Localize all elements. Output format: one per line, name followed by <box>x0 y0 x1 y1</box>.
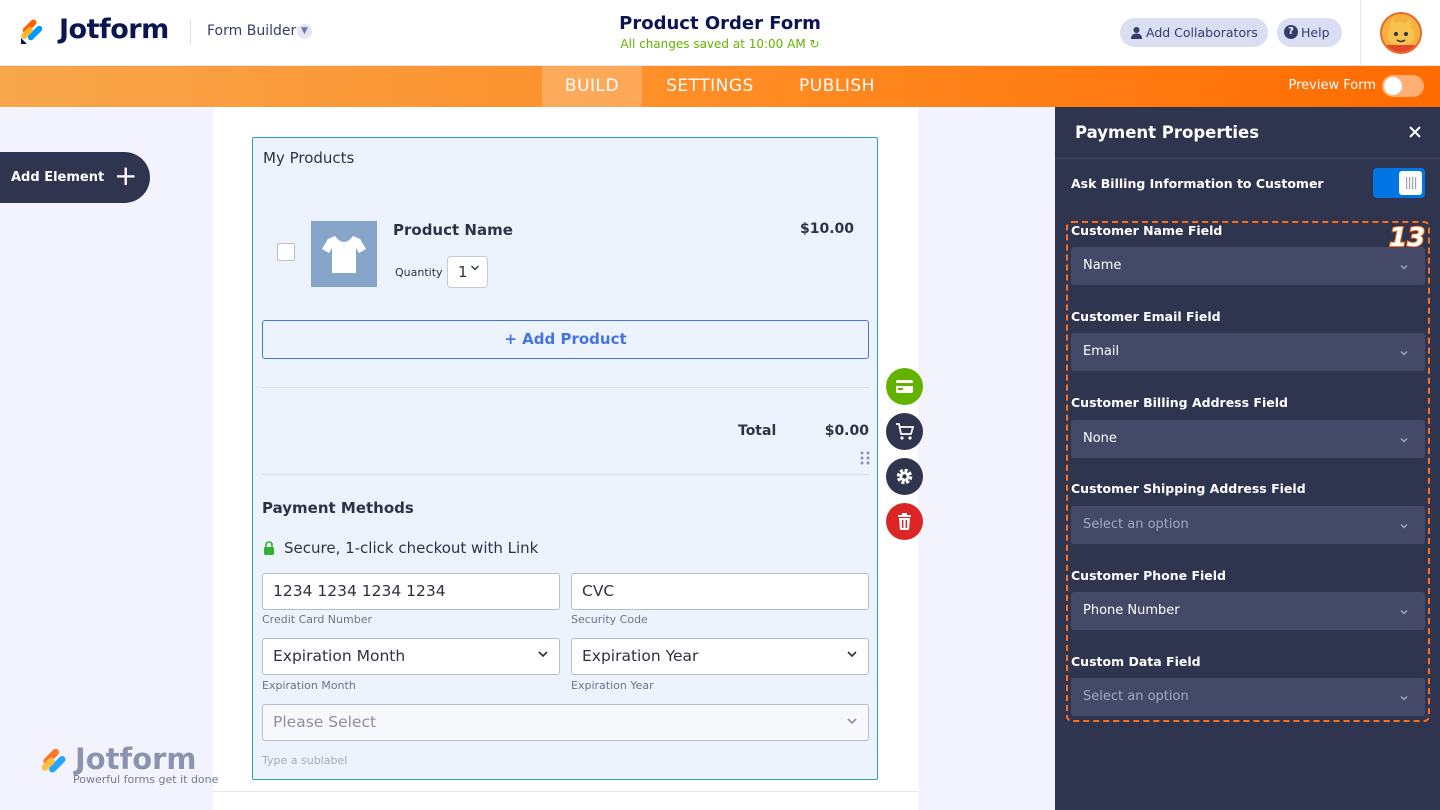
product-name[interactable]: Product Name <box>393 221 513 239</box>
tab-settings[interactable]: SETTINGS <box>655 66 765 107</box>
divider <box>262 474 869 475</box>
chevron-down-icon <box>1400 696 1408 701</box>
preview-form-label[interactable]: Preview Form <box>1260 78 1376 93</box>
panel-divider <box>1055 158 1440 159</box>
chevron-down-icon <box>471 265 479 271</box>
cvc-field[interactable]: CVC <box>571 573 869 610</box>
question-icon: ? <box>1284 25 1298 39</box>
chevron-down-icon <box>847 651 857 658</box>
secure-checkout-text: Secure, 1-click checkout with Link <box>284 539 539 557</box>
panel-title: Payment Properties <box>1075 123 1260 142</box>
customer-phone-field-label: Customer Phone Field <box>1071 568 1227 583</box>
sublabel-placeholder[interactable]: Type a sublabel <box>262 754 347 767</box>
user-icon <box>1131 27 1142 39</box>
customer-billing-address-field-label: Customer Billing Address Field <box>1071 395 1288 410</box>
watermark-logo-text: Jotform <box>75 742 197 776</box>
chevron-down-icon <box>847 718 857 725</box>
expiration-month-sublabel: Expiration Month <box>262 679 356 692</box>
credit-card-icon <box>896 380 913 393</box>
save-status-text: All changes saved at 10:00 AM <box>620 37 806 51</box>
grip-icon <box>1406 177 1417 189</box>
close-icon[interactable] <box>1405 122 1425 142</box>
refresh-icon: ↻ <box>809 37 820 51</box>
plus-icon[interactable]: + <box>114 162 137 190</box>
trash-icon <box>898 513 911 530</box>
divider <box>262 387 869 388</box>
jotform-watermark-icon <box>41 748 66 773</box>
form-builder-label[interactable]: Form Builder <box>207 23 296 39</box>
chevron-down-icon[interactable]: ▼ <box>297 24 312 39</box>
header-divider <box>1360 0 1361 66</box>
payment-methods-title[interactable]: Payment Methods <box>262 499 414 517</box>
custom-data-select[interactable]: Select an option <box>1071 678 1425 716</box>
tab-build[interactable]: BUILD <box>542 66 642 107</box>
products-section-title[interactable]: My Products <box>263 149 354 167</box>
form-title[interactable]: Product Order Form <box>520 13 920 34</box>
please-select-dropdown[interactable]: Please Select <box>262 704 869 741</box>
jotform-logo-text[interactable]: Jotform <box>59 14 169 45</box>
product-price: $10.00 <box>799 221 854 237</box>
save-status: All changes saved at 10:00 AM ↻ <box>520 37 920 51</box>
jotform-logo-icon[interactable] <box>18 16 48 46</box>
cart-icon <box>896 423 915 440</box>
customer-shipping-address-select[interactable]: Select an option <box>1071 506 1425 544</box>
total-label: Total <box>738 423 777 439</box>
quantity-select[interactable]: 1 <box>447 256 488 288</box>
lock-icon <box>264 541 274 555</box>
product-image <box>311 221 377 287</box>
customer-name-select[interactable]: Name <box>1071 247 1425 285</box>
chevron-down-icon <box>1400 524 1408 529</box>
payment-settings-button[interactable] <box>886 368 923 405</box>
chevron-down-icon <box>1400 265 1408 270</box>
preview-toggle-knob[interactable] <box>1384 77 1402 95</box>
expiration-month-select[interactable]: Expiration Month <box>262 638 560 675</box>
products-button[interactable] <box>886 413 923 450</box>
chevron-down-icon <box>1400 351 1408 356</box>
chevron-down-icon <box>1400 610 1408 615</box>
customer-email-select[interactable]: Email <box>1071 333 1425 371</box>
total-value: $0.00 <box>824 423 869 439</box>
tshirt-icon <box>322 236 366 273</box>
properties-button[interactable] <box>886 458 923 495</box>
expiration-year-sublabel: Expiration Year <box>571 679 654 692</box>
header-divider <box>190 20 191 44</box>
customer-billing-address-select[interactable]: None <box>1071 420 1425 458</box>
customer-shipping-address-field-label: Customer Shipping Address Field <box>1071 481 1306 496</box>
customer-phone-select[interactable]: Phone Number <box>1071 592 1425 630</box>
chevron-down-icon <box>1400 438 1408 443</box>
delete-button[interactable] <box>886 503 923 540</box>
page-divider <box>213 791 918 792</box>
avatar-illustration <box>1387 18 1415 52</box>
chevron-down-icon <box>538 651 548 658</box>
quantity-label: Quantity <box>395 266 443 279</box>
customer-name-field-label: Customer Name Field <box>1071 223 1223 238</box>
tab-publish[interactable]: PUBLISH <box>789 66 885 107</box>
drag-handle-icon[interactable] <box>859 450 871 466</box>
billing-toggle-knob[interactable] <box>1399 171 1422 195</box>
expiration-year-select[interactable]: Expiration Year <box>571 638 869 675</box>
add-product-button[interactable]: + Add Product <box>262 320 869 359</box>
watermark-tagline: Powerful forms get it done <box>73 773 219 786</box>
product-checkbox[interactable] <box>277 243 295 261</box>
cvc-sublabel: Security Code <box>571 613 648 626</box>
customer-email-field-label: Customer Email Field <box>1071 309 1221 324</box>
gear-icon <box>896 468 913 485</box>
custom-data-field-label: Custom Data Field <box>1071 654 1201 669</box>
card-number-sublabel: Credit Card Number <box>262 613 372 626</box>
avatar[interactable] <box>1380 12 1422 54</box>
highlight-box <box>1066 221 1430 722</box>
billing-info-label: Ask Billing Information to Customer <box>1071 176 1324 191</box>
card-number-field[interactable]: 1234 1234 1234 1234 <box>262 573 560 610</box>
